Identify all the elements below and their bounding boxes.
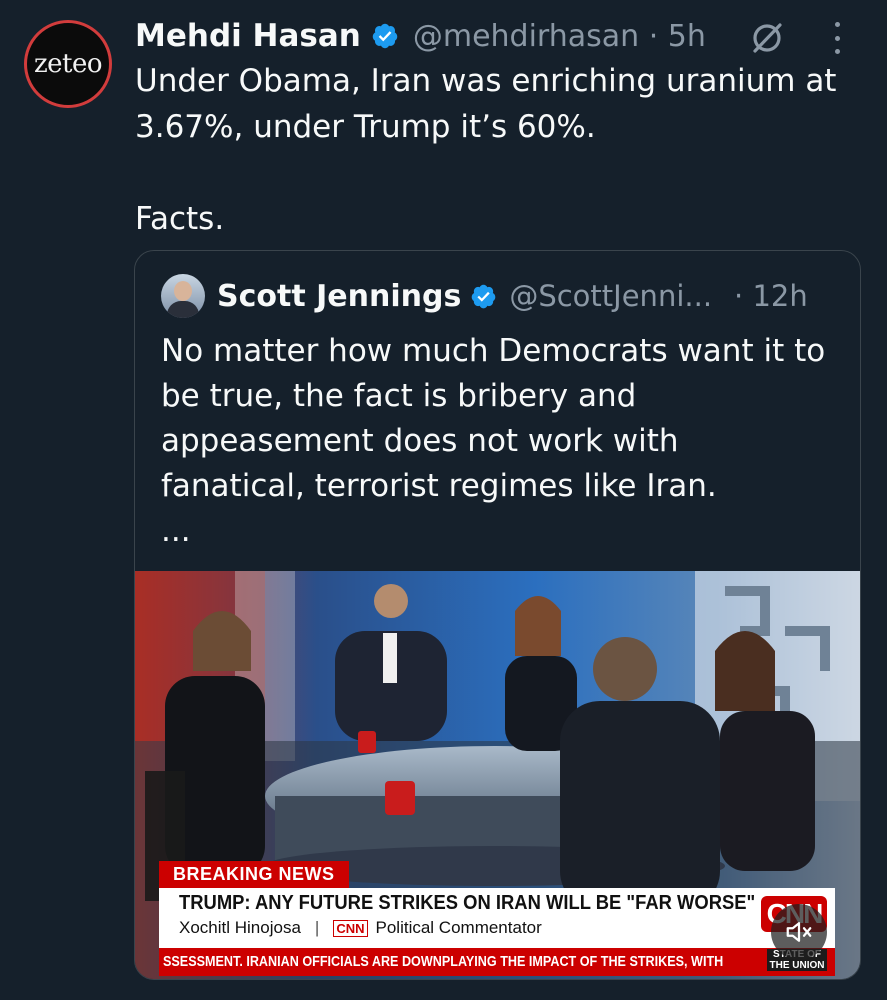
more-vertical-icon[interactable]: [831, 22, 843, 54]
quoted-text-ellipsis: ...: [161, 513, 191, 549]
tweet-header: Mehdi Hasan @mehdirhasan · 5h: [135, 14, 865, 58]
guest-network: CNN: [333, 919, 368, 937]
guest-caption: Xochitl Hinojosa | CNN Political Comment…: [179, 918, 542, 937]
video-player[interactable]: BREAKING NEWS TRUMP: ANY FUTURE STRIKES …: [135, 571, 860, 979]
tweet[interactable]: zeteo Mehdi Hasan @mehdirhasan · 5h Unde…: [0, 0, 887, 1000]
tweet-text-line: 3.67%, under Trump it’s 60%.: [135, 109, 596, 145]
verified-badge-icon: [372, 23, 398, 49]
grok-icon[interactable]: [747, 18, 787, 58]
quoted-text-line: fanatical, terrorist regimes like Iran.: [161, 468, 717, 504]
quoted-author-handle[interactable]: @ScottJenni...: [509, 279, 712, 313]
author-name[interactable]: Mehdi Hasan: [135, 18, 361, 54]
quoted-text-line: No matter how much Democrats want it to: [161, 333, 826, 369]
guest-title: Political Commentator: [375, 918, 542, 937]
news-headline: TRUMP: ANY FUTURE STRIKES ON IRAN WILL B…: [179, 892, 756, 914]
author-handle-time[interactable]: @mehdirhasan · 5h: [413, 19, 706, 54]
quoted-text-line: appeasement does not work with: [161, 423, 679, 459]
quoted-tweet-header: Scott Jennings @ScottJenni... · 12h: [161, 273, 851, 319]
quoted-text-line: be true, the fact is bribery and: [161, 378, 637, 414]
avatar-logo-text: zeteo: [33, 49, 103, 79]
quoted-tweet-time[interactable]: · 12h: [734, 279, 808, 313]
tweet-text-line: Facts.: [135, 201, 225, 237]
breaking-news-label: BREAKING NEWS: [159, 861, 349, 888]
breaking-news-lower-third: BREAKING NEWS TRUMP: ANY FUTURE STRIKES …: [159, 861, 835, 976]
tweet-text-line: Under Obama, Iran was enriching uranium …: [135, 63, 837, 99]
volume-muted-icon[interactable]: [771, 904, 827, 960]
quoted-author-avatar[interactable]: [161, 274, 205, 318]
quoted-tweet[interactable]: Scott Jennings @ScottJenni... · 12h No m…: [134, 250, 861, 980]
guest-name: Xochitl Hinojosa: [179, 918, 301, 937]
quoted-author-name[interactable]: Scott Jennings: [217, 279, 461, 314]
news-ticker: SSESSMENT. IRANIAN OFFICIALS ARE DOWNPLA…: [159, 948, 835, 976]
verified-badge-icon: [472, 284, 496, 308]
headline-bar: TRUMP: ANY FUTURE STRIKES ON IRAN WILL B…: [159, 888, 835, 948]
tweet-text: Under Obama, Iran was enriching uranium …: [135, 58, 855, 242]
quoted-tweet-text: No matter how much Democrats want it to …: [161, 329, 851, 554]
ticker-text: SSESSMENT. IRANIAN OFFICIALS ARE DOWNPLA…: [163, 953, 724, 970]
author-avatar[interactable]: zeteo: [24, 20, 112, 108]
